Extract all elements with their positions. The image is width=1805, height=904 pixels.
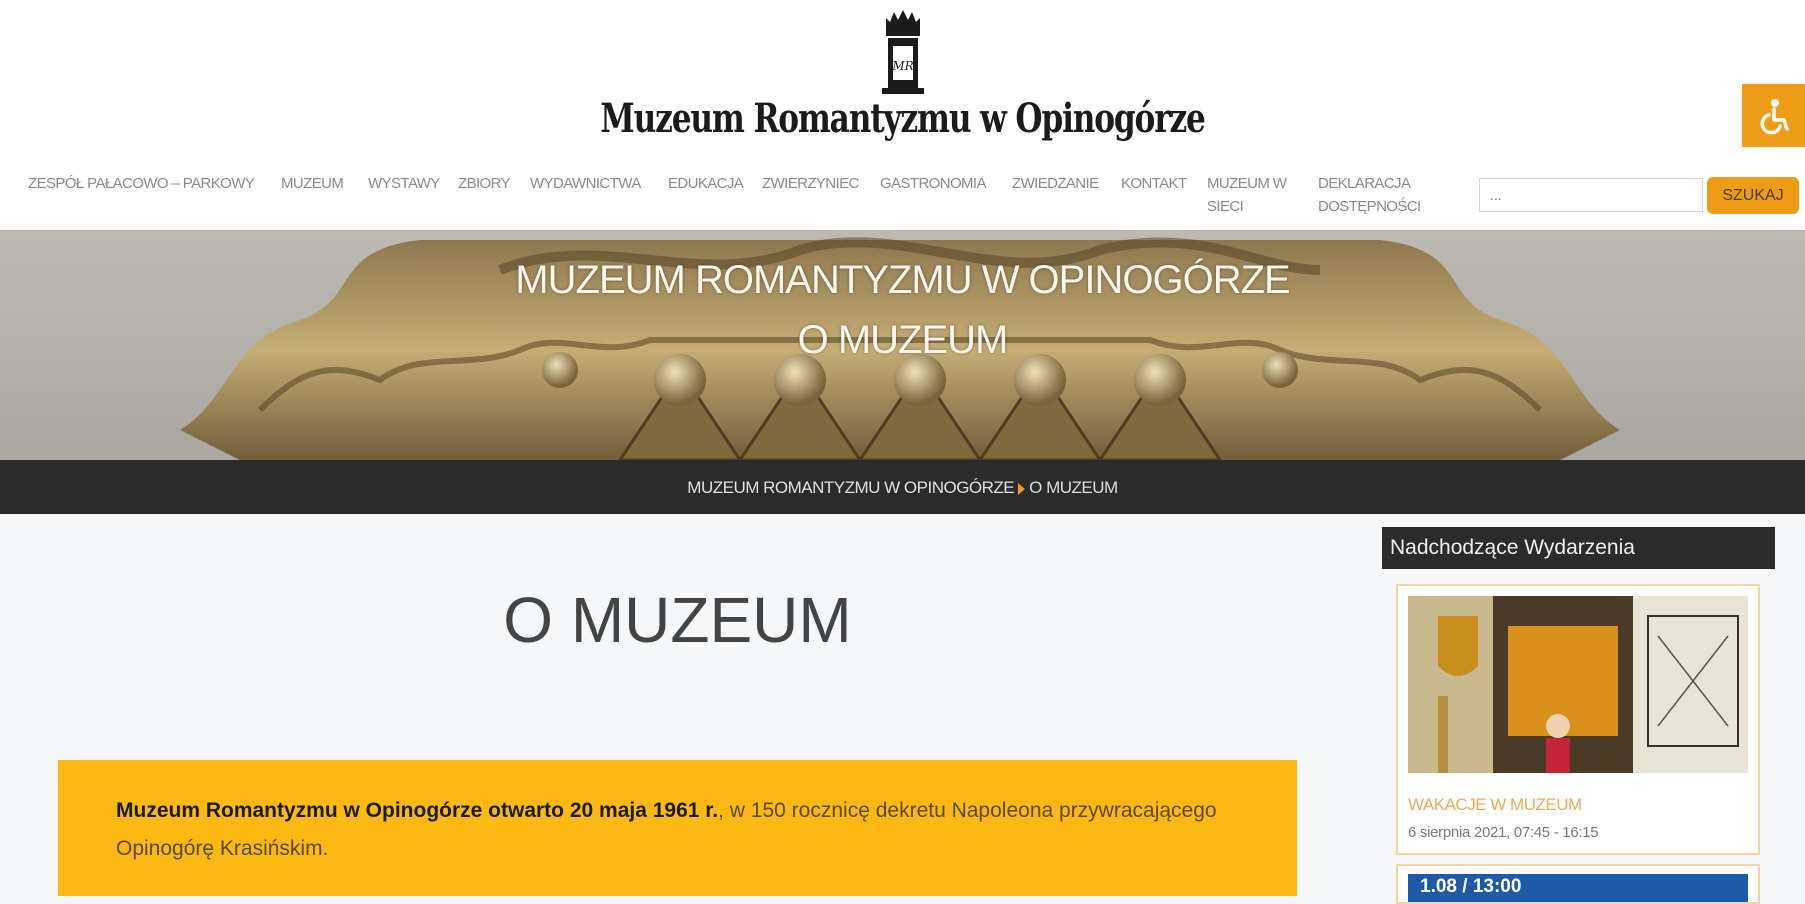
breadcrumb-home-link[interactable]: MUZEUM ROMANTYZMU W OPINOGÓRZE: [687, 478, 1014, 497]
hero-banner: MUZEUM ROMANTYZMU W OPINOGÓRZE O MUZEUM: [0, 230, 1805, 460]
event-image[interactable]: [1408, 596, 1748, 773]
intro-bold: Muzeum Romantyzmu w Opinogórze otwarto 2…: [116, 799, 719, 822]
event-time-label: 1.08 / 13:00: [1420, 876, 1522, 897]
search-button[interactable]: SZUKAJ: [1707, 177, 1799, 214]
hero-subtitle: O MUZEUM: [797, 318, 1009, 362]
event-title[interactable]: WAKACJE W MUZEUM: [1408, 795, 1582, 815]
event-card[interactable]: 1.08 / 13:00: [1396, 864, 1760, 904]
intro-text: Muzeum Romantyzmu w Opinogórze otwarto 2…: [116, 792, 1236, 868]
nav-item-menagerie[interactable]: Zwierzyniec: [762, 172, 859, 195]
nav-item-exhibitions[interactable]: Wystawy: [368, 172, 440, 195]
nav-item-accessibility-declaration[interactable]: Deklaracja dostępności: [1318, 172, 1438, 218]
event-date: 6 sierpnia 2021, 07:45 - 16:15: [1408, 824, 1599, 841]
nav-item-publications[interactable]: Wydawnictwa: [530, 172, 641, 195]
breadcrumb-current: O MUZEUM: [1029, 478, 1118, 497]
nav-item-education[interactable]: Edukacja: [668, 172, 744, 195]
nav-item-museum[interactable]: Muzeum: [281, 172, 344, 195]
nav-item-visiting[interactable]: Zwiedzanie: [1012, 172, 1099, 195]
search-input[interactable]: [1479, 178, 1703, 212]
upcoming-events-heading: Nadchodzące Wydarzenia: [1382, 527, 1775, 569]
site-title[interactable]: Muzeum Romantyzmu w Opinogórze: [199, 95, 1607, 142]
accessibility-button[interactable]: [1742, 84, 1805, 147]
nav-item-gastronomy[interactable]: Gastronomia: [880, 172, 987, 195]
hero-title: MUZEUM ROMANTYZMU W OPINOGÓRZE: [515, 258, 1290, 302]
nav-item-palace-park[interactable]: Zespół pałacowo – parkowy: [28, 172, 255, 195]
nav-item-collections[interactable]: Zbiory: [458, 172, 511, 195]
museum-logo-icon[interactable]: MR: [878, 8, 928, 98]
page-title: O MUZEUM: [503, 584, 852, 656]
logo-monogram: MR: [891, 59, 913, 73]
event-card[interactable]: WAKACJE W MUZEUM 6 sierpnia 2021, 07:45 …: [1396, 584, 1760, 855]
breadcrumb-bar: MUZEUM ROMANTYZMU W OPINOGÓRZE O MUZEUM: [0, 460, 1805, 514]
breadcrumb-separator-icon: [1018, 482, 1026, 495]
site-header: MR Muzeum Romantyzmu w Opinogórze: [0, 0, 1805, 158]
intro-box: Muzeum Romantyzmu w Opinogórze otwarto 2…: [58, 760, 1297, 896]
wheelchair-icon: [1760, 98, 1789, 134]
breadcrumb: MUZEUM ROMANTYZMU W OPINOGÓRZE O MUZEUM: [0, 478, 1805, 498]
event-image[interactable]: 1.08 / 13:00: [1408, 874, 1748, 902]
nav-item-contact[interactable]: Kontakt: [1121, 172, 1187, 195]
nav-item-museum-online[interactable]: Muzeum w sieci: [1207, 172, 1287, 218]
